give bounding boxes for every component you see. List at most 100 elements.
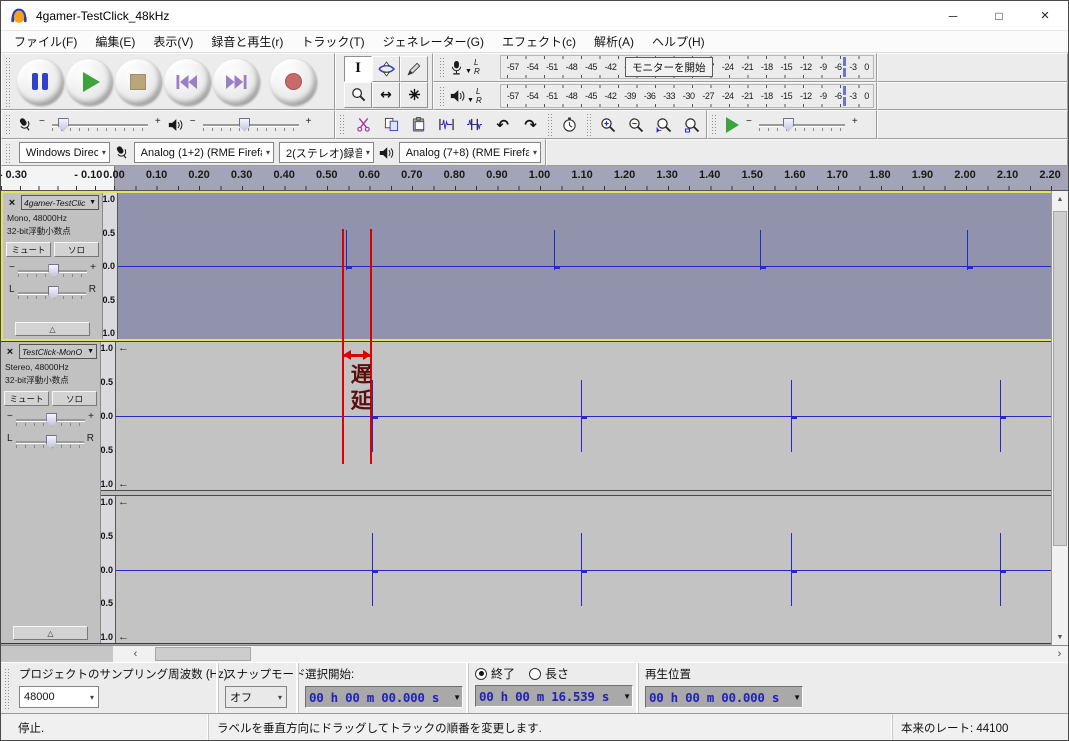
waveform-stereo-left[interactable]: ← ← — [116, 342, 1053, 490]
toolbar-grip[interactable] — [4, 667, 11, 709]
cut-button[interactable] — [351, 113, 376, 137]
zoom-tool-button[interactable] — [344, 82, 372, 108]
recording-device-select[interactable]: Analog (1+2) (RME Fireface▾ — [134, 142, 274, 163]
minimize-button[interactable]: ─ — [930, 1, 976, 30]
menu-transport[interactable]: 録音と再生(r) — [202, 31, 292, 52]
dropdown-icon[interactable]: ▼ — [623, 692, 631, 701]
menu-view[interactable]: 表示(V) — [144, 31, 202, 52]
redo-button[interactable]: ↷ — [518, 113, 543, 137]
menu-generate[interactable]: ジェネレーター(G) — [374, 31, 493, 52]
timeshift-tool-button[interactable]: ↔ — [372, 82, 400, 108]
sync-lock-button[interactable] — [557, 113, 582, 137]
radio-length[interactable]: 長さ — [529, 665, 569, 682]
timeline-ruler[interactable]: - 0.30- 0.100.000.100.200.300.400.500.60… — [1, 166, 1068, 191]
pan-slider[interactable] — [16, 435, 84, 449]
vertical-scrollbar[interactable]: ▲ ▼ — [1051, 191, 1068, 645]
track-close-button[interactable]: × — [4, 346, 16, 358]
fit-selection-button[interactable] — [651, 113, 676, 137]
playback-device-select[interactable]: Analog (7+8) (RME Fireface▾ — [399, 142, 541, 163]
close-button[interactable]: × — [1022, 1, 1068, 30]
menu-effect[interactable]: エフェクト(c) — [493, 31, 585, 52]
copy-button[interactable] — [379, 113, 404, 137]
horizontal-scrollbar[interactable]: ‹ › — [113, 646, 1068, 662]
track-stereo[interactable]: × TestClick-MonO▼ Stereo, 48000Hz 32-bit… — [1, 341, 1053, 644]
recording-meter-bar[interactable]: -57-54-51-48-45-42-39-36-33-30-27-24-21-… — [500, 55, 874, 79]
selection-tool-button[interactable]: I — [344, 56, 372, 82]
multi-tool-button[interactable] — [400, 82, 428, 108]
vertical-scale-ruler[interactable]: 1.00.50.0-0.5-1.0 — [103, 193, 118, 339]
gain-slider[interactable] — [16, 413, 85, 427]
envelope-tool-button[interactable] — [372, 56, 400, 82]
skip-to-end-button[interactable] — [213, 59, 259, 105]
vertical-scrollbar-thumb[interactable] — [1053, 211, 1067, 546]
waveform-stereo-right[interactable]: ← ← — [116, 496, 1053, 643]
recording-volume-slider[interactable] — [52, 118, 148, 132]
selection-start-field[interactable]: 00 h 00 m 00.000 s▼ — [305, 686, 463, 708]
menu-help[interactable]: ヘルプ(H) — [643, 31, 714, 52]
vertical-scale-ruler[interactable]: 1.00.50.0-0.5-1.0 — [101, 342, 116, 490]
play-button[interactable] — [66, 59, 112, 105]
snap-mode-select[interactable]: オフ▾ — [225, 686, 287, 708]
track-mono[interactable]: × 4gamer-TestClic▼ Mono, 48000Hz 32-bit浮… — [1, 191, 1053, 341]
trim-audio-button[interactable] — [434, 113, 459, 137]
record-button[interactable] — [270, 59, 316, 105]
menu-tracks[interactable]: トラック(T) — [292, 31, 373, 52]
stop-button[interactable] — [115, 59, 161, 105]
mute-button[interactable]: ミュート — [6, 242, 51, 257]
playback-meter-bar[interactable]: -57-54-51-48-45-42-39-36-33-30-27-24-21-… — [500, 84, 874, 108]
solo-button[interactable]: ソロ — [54, 242, 99, 257]
collapse-track-button[interactable]: △ — [13, 626, 88, 640]
maximize-button[interactable]: □ — [976, 1, 1022, 30]
play-at-speed-button[interactable] — [726, 117, 739, 133]
menu-file[interactable]: ファイル(F) — [5, 31, 86, 52]
playback-speed-slider[interactable] — [759, 118, 845, 132]
solo-button[interactable]: ソロ — [52, 391, 97, 406]
menu-analyze[interactable]: 解析(A) — [585, 31, 643, 52]
paste-button[interactable] — [407, 113, 432, 137]
draw-tool-button[interactable] — [400, 56, 428, 82]
recording-meter[interactable]: ▼ LR -57-54-51-48-45-42-39-36-33-30-27-2… — [433, 53, 877, 82]
undo-button[interactable]: ↶ — [490, 113, 515, 137]
project-rate-select[interactable]: 48000▾ — [19, 686, 99, 708]
scroll-left-button[interactable]: ‹ — [127, 646, 144, 662]
toolbar-grip[interactable] — [5, 142, 12, 163]
toolbar-grip[interactable] — [439, 56, 446, 79]
radio-end-icon[interactable] — [475, 668, 487, 680]
collapse-track-button[interactable]: △ — [15, 322, 90, 336]
playback-volume-slider[interactable] — [203, 118, 299, 132]
vertical-scale-ruler[interactable]: 1.00.50.0-0.5-1.0 — [101, 496, 116, 643]
mute-button[interactable]: ミュート — [4, 391, 49, 406]
waveform-mono[interactable] — [118, 193, 1051, 339]
recording-channels-select[interactable]: 2(ステレオ)録音チ▾ — [279, 142, 374, 163]
track-name-dropdown[interactable]: 4gamer-TestClic▼ — [21, 195, 99, 210]
toolbar-grip[interactable] — [5, 56, 12, 107]
playback-position-field[interactable]: 00 h 00 m 00.000 s▼ — [645, 686, 803, 708]
scroll-right-button[interactable]: › — [1051, 646, 1068, 662]
pan-slider[interactable] — [18, 286, 86, 300]
fit-project-button[interactable] — [679, 113, 704, 137]
meter-dropdown-icon[interactable]: ▼ — [467, 97, 474, 104]
menu-edit[interactable]: 編集(E) — [86, 31, 144, 52]
meter-dropdown-icon[interactable]: ▼ — [465, 68, 472, 75]
dropdown-icon[interactable]: ▼ — [793, 693, 801, 702]
radio-end[interactable]: 終了 — [475, 665, 515, 682]
toolbar-grip[interactable] — [439, 85, 446, 108]
scroll-up-button[interactable]: ▲ — [1052, 191, 1068, 207]
audio-host-select[interactable]: Windows Direc▾ — [19, 142, 110, 163]
toolbar-grip[interactable] — [5, 113, 12, 136]
pause-button[interactable] — [17, 59, 63, 105]
zoom-in-button[interactable] — [595, 113, 620, 137]
radio-length-icon[interactable] — [529, 668, 541, 680]
playback-meter[interactable]: ▼ LR -57-54-51-48-45-42-39-36-33-30-27-2… — [433, 82, 877, 111]
skip-to-start-button[interactable] — [164, 59, 210, 105]
selection-end-field[interactable]: 00 h 00 m 16.539 s▼ — [475, 685, 633, 707]
horizontal-scrollbar-thumb[interactable] — [155, 647, 251, 661]
toolbar-grip[interactable] — [339, 113, 346, 136]
dropdown-icon[interactable]: ▼ — [453, 693, 461, 702]
gain-slider[interactable] — [18, 264, 87, 278]
track-close-button[interactable]: × — [6, 197, 18, 209]
scroll-down-button[interactable]: ▼ — [1052, 629, 1068, 645]
silence-audio-button[interactable] — [462, 113, 487, 137]
zoom-out-button[interactable] — [623, 113, 648, 137]
toolbar-grip[interactable] — [711, 113, 718, 136]
